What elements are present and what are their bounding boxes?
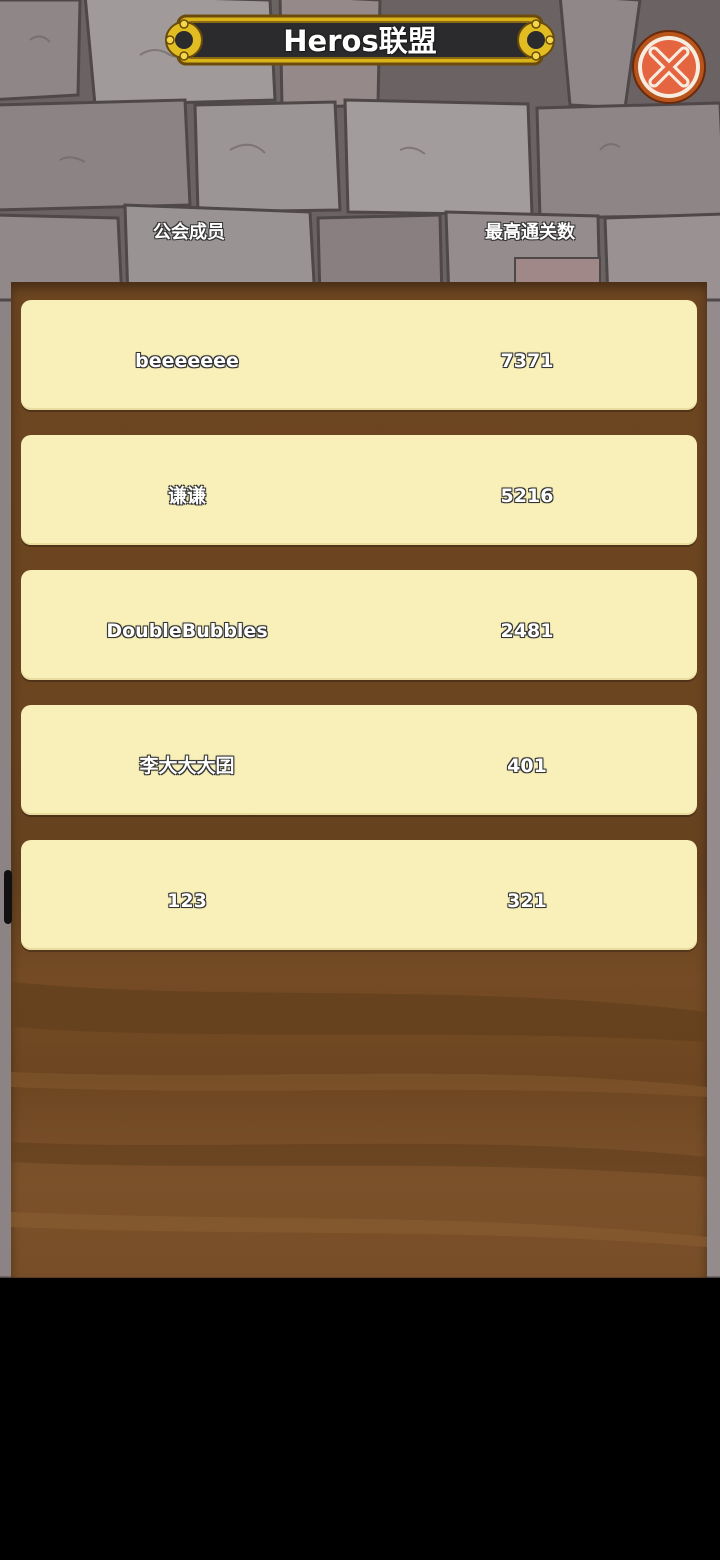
- member-highest-level: 7371: [500, 350, 554, 372]
- member-row[interactable]: DoubleBubbles 2481: [21, 570, 697, 680]
- member-highest-level: 401: [507, 755, 547, 777]
- member-highest-level: 2481: [500, 620, 554, 642]
- member-name: 谦谦: [167, 485, 207, 507]
- close-x-icon: [632, 30, 706, 104]
- title-banner: Heros联盟: [164, 12, 556, 68]
- member-highest-level: 321: [507, 890, 547, 912]
- member-name: beeeeeee: [135, 350, 239, 372]
- member-row[interactable]: beeeeeee 7371: [21, 300, 697, 410]
- member-row[interactable]: 谦谦 5216: [21, 435, 697, 545]
- page-title: Heros联盟: [283, 24, 437, 58]
- column-header-member: 公会成员: [153, 222, 225, 243]
- member-name: DoubleBubbles: [106, 620, 268, 642]
- scroll-handle[interactable]: [4, 870, 12, 924]
- member-highest-level: 5216: [500, 485, 554, 507]
- member-name: 李大大大囝: [139, 755, 235, 777]
- game-screen: beeeeeee 7371 谦谦 5216 DoubleBubbles 2481…: [0, 0, 720, 1278]
- member-list-panel: beeeeeee 7371 谦谦 5216 DoubleBubbles 2481…: [11, 282, 707, 1278]
- member-row[interactable]: 123 321: [21, 840, 697, 950]
- member-name: 123: [167, 890, 207, 912]
- column-header-highest-level: 最高通关数: [485, 222, 575, 243]
- member-row[interactable]: 李大大大囝 401: [21, 705, 697, 815]
- close-button[interactable]: [630, 28, 708, 106]
